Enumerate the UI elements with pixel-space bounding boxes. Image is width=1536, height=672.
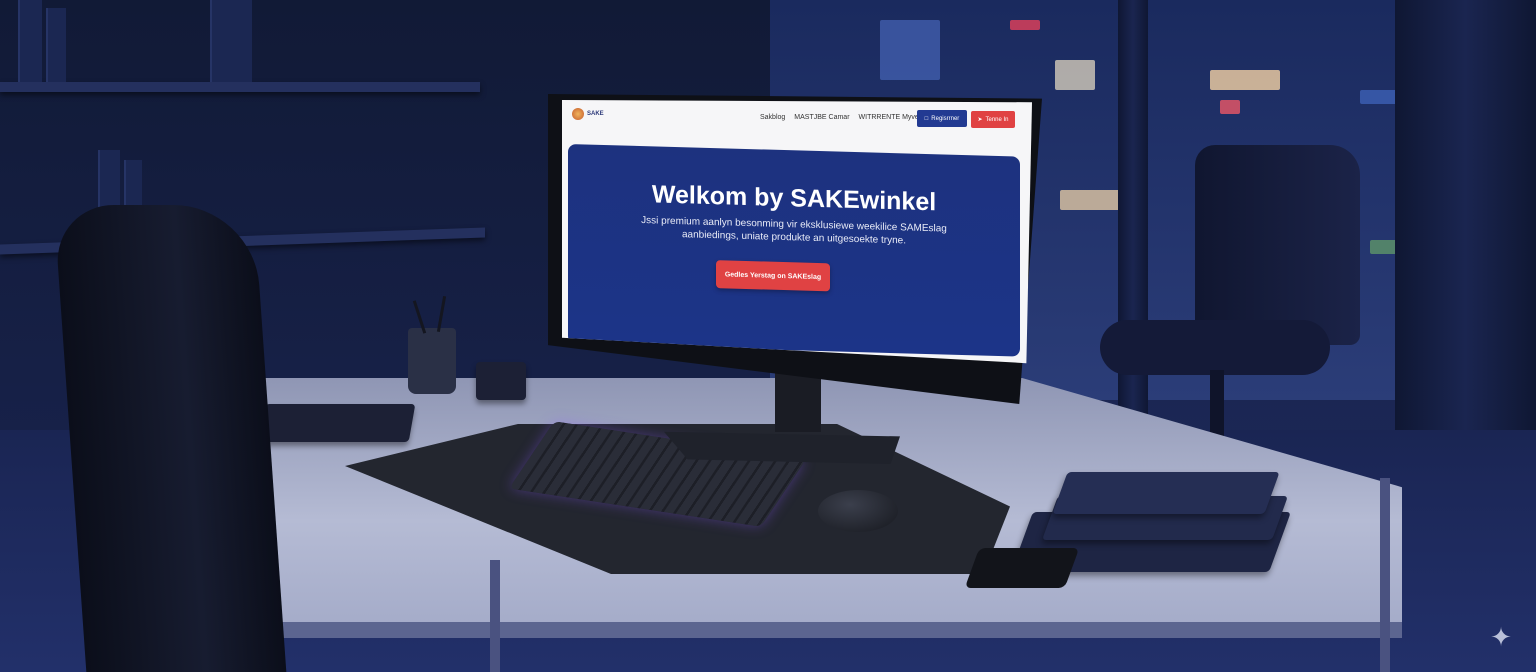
- city-light: [1360, 90, 1400, 104]
- hero-cta-button[interactable]: Gedles Yerstag on SAKEslag: [716, 260, 830, 292]
- notebook: [258, 404, 416, 442]
- register-button[interactable]: □ Regisrrner: [917, 110, 967, 127]
- hero-banner: Welkom by SAKEwinkel Jssi premium aanlyn…: [568, 144, 1020, 357]
- city-light: [1010, 20, 1040, 30]
- office-chair-seat: [1100, 320, 1330, 375]
- hero-subtitle: Jssi premium aanlyn besonming vir eksklu…: [641, 215, 947, 247]
- logo-text: SAKE: [587, 110, 604, 117]
- office-chair-foreground: [53, 205, 287, 672]
- nav-item-mastjbe-camar[interactable]: MASTJBE Camar: [794, 114, 849, 121]
- shelf-book: [18, 0, 42, 82]
- curtain: [1395, 0, 1536, 480]
- shelf-book: [210, 0, 252, 82]
- login-button[interactable]: ➤ Tenne In: [971, 111, 1015, 128]
- phone: [964, 548, 1080, 588]
- notebook-stack: [1052, 472, 1280, 514]
- monitor-stand: [775, 372, 821, 432]
- nav-item-sakblog[interactable]: Sakblog: [760, 114, 785, 121]
- city-light: [880, 20, 940, 80]
- register-label: Regisrrner: [931, 115, 960, 122]
- city-light: [1055, 60, 1095, 90]
- city-light: [1210, 70, 1280, 90]
- nav-item-witrrente-myve[interactable]: WITRRENTE Myve: [859, 114, 919, 121]
- office-chair-back: [1195, 145, 1360, 345]
- shelf-book: [46, 8, 66, 82]
- city-light: [1220, 100, 1240, 114]
- site-logo[interactable]: SAKE: [572, 108, 604, 120]
- wall-shelf: [0, 82, 480, 92]
- desk-edge: [92, 622, 1402, 638]
- city-light: [1060, 190, 1120, 210]
- monitor-screen: SAKE Sakblog MASTJBE Camar WITRRENTE Myv…: [562, 100, 1032, 364]
- pen-holder: [408, 328, 456, 394]
- desk-scene: SAKE Sakblog MASTJBE Camar WITRRENTE Myv…: [0, 0, 1536, 672]
- user-icon: □: [924, 115, 929, 122]
- logo-icon: [572, 108, 584, 120]
- desk-box: [476, 362, 526, 400]
- sparkle-icon: ✦: [1490, 622, 1512, 652]
- mouse: [818, 490, 898, 532]
- desk-leg: [490, 560, 500, 672]
- main-nav: Sakblog MASTJBE Camar WITRRENTE Myve: [760, 114, 919, 121]
- site-header: SAKE Sakblog MASTJBE Camar WITRRENTE Myv…: [562, 100, 1032, 138]
- login-label: Tenne In: [985, 116, 1009, 123]
- login-arrow-icon: ➤: [977, 117, 983, 123]
- desk-leg: [1380, 478, 1390, 672]
